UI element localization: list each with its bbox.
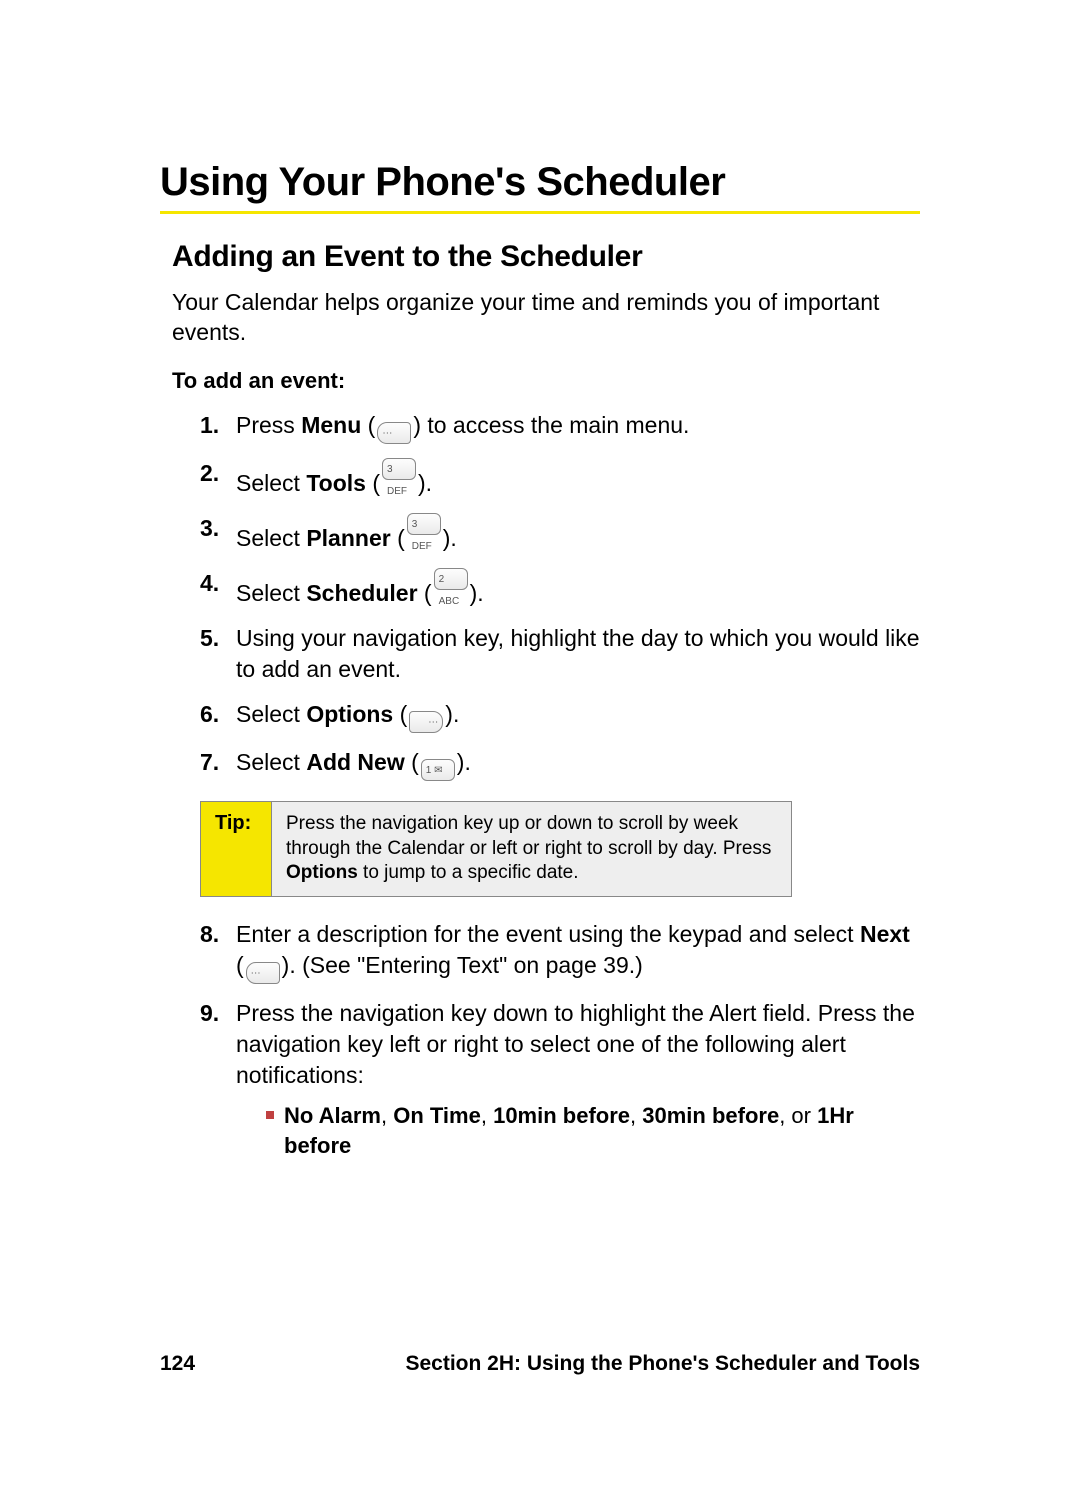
key-3-icon: 3 DEF <box>382 458 416 480</box>
step-text: Press the navigation key down to highlig… <box>236 1000 915 1088</box>
step-number: 9. <box>200 998 219 1029</box>
step-2: 2. Select Tools (3 DEF). <box>200 458 920 499</box>
step-text: ). <box>445 701 459 727</box>
step-text: ( <box>361 412 375 438</box>
step-number: 8. <box>200 919 219 950</box>
page-title: Using Your Phone's Scheduler <box>160 160 920 205</box>
menu-softkey-icon: ⋯ <box>246 962 280 984</box>
step-text: ( <box>366 470 380 496</box>
separator: , <box>481 1103 493 1128</box>
step-text: Press <box>236 412 301 438</box>
step-number: 5. <box>200 623 219 654</box>
step-7: 7. Select Add New (1 ✉). <box>200 747 920 781</box>
step-number: 6. <box>200 699 219 730</box>
tip-text-part: to jump to a specific date. <box>358 862 579 883</box>
step-text: ). <box>470 580 484 606</box>
key-3-icon: 3 DEF <box>407 513 441 535</box>
alert-option: 10min before <box>493 1103 630 1128</box>
step-text: ). <box>457 749 471 775</box>
alert-option: 30min before <box>642 1103 779 1128</box>
right-softkey-icon: ⋯ <box>409 711 443 733</box>
step-3: 3. Select Planner (3 DEF). <box>200 513 920 554</box>
step-text: ). <box>418 470 432 496</box>
manual-page: Using Your Phone's Scheduler Adding an E… <box>0 0 1080 1496</box>
step-text: ( <box>405 749 419 775</box>
step-text: Select <box>236 749 306 775</box>
step-text: Enter a description for the event using … <box>236 921 860 947</box>
alert-options-list: No Alarm, On Time, 10min before, 30min b… <box>266 1101 920 1160</box>
tip-text: Press the navigation key up or down to s… <box>272 802 791 896</box>
separator: , <box>381 1103 393 1128</box>
step-text: ). <box>443 525 457 551</box>
step-number: 1. <box>200 410 219 441</box>
menu-softkey-icon: ⋯ <box>377 422 411 444</box>
step-text: ). (See "Entering Text" on page 39.) <box>282 952 643 978</box>
section-subtitle: Adding an Event to the Scheduler <box>172 240 920 274</box>
step-text: ( <box>391 525 405 551</box>
step-1: 1. Press Menu (⋯) to access the main men… <box>200 410 920 444</box>
step-bold: Menu <box>301 412 361 438</box>
step-6: 6. Select Options (⋯). <box>200 699 920 733</box>
step-bold: Add New <box>306 749 404 775</box>
steps-lead: To add an event: <box>172 368 920 394</box>
separator: , <box>630 1103 642 1128</box>
tip-box: Tip: Press the navigation key up or down… <box>200 801 792 897</box>
step-text: Select <box>236 525 306 551</box>
step-bold: Planner <box>306 525 390 551</box>
step-bold: Next <box>860 921 910 947</box>
step-text: ( <box>393 701 407 727</box>
step-bold: Scheduler <box>306 580 417 606</box>
step-number: 4. <box>200 568 219 599</box>
tip-text-part: Press the navigation key up or down to s… <box>286 813 771 859</box>
separator: , or <box>779 1103 817 1128</box>
alert-option: On Time <box>393 1103 481 1128</box>
title-divider <box>160 211 920 214</box>
section-label: Section 2H: Using the Phone's Scheduler … <box>405 1352 920 1376</box>
step-bold: Options <box>306 701 393 727</box>
step-text: ( <box>236 952 244 978</box>
tip-label: Tip: <box>201 802 272 896</box>
page-number: 124 <box>160 1352 195 1376</box>
step-text: Select <box>236 470 306 496</box>
steps-list-continued: 8. Enter a description for the event usi… <box>200 919 920 1161</box>
intro-paragraph: Your Calendar helps organize your time a… <box>172 288 920 348</box>
step-text: ) to access the main menu. <box>413 412 689 438</box>
step-text: Select <box>236 580 306 606</box>
step-bold: Tools <box>306 470 366 496</box>
step-text: Select <box>236 701 306 727</box>
alert-option: No Alarm <box>284 1103 381 1128</box>
step-5: 5. Using your navigation key, highlight … <box>200 623 920 685</box>
step-9: 9. Press the navigation key down to high… <box>200 998 920 1161</box>
step-number: 7. <box>200 747 219 778</box>
step-8: 8. Enter a description for the event usi… <box>200 919 920 984</box>
steps-list: 1. Press Menu (⋯) to access the main men… <box>200 410 920 781</box>
key-2-icon: 2 ABC <box>434 568 468 590</box>
step-number: 2. <box>200 458 219 489</box>
key-1-icon: 1 ✉ <box>421 759 455 781</box>
step-4: 4. Select Scheduler (2 ABC). <box>200 568 920 609</box>
tip-text-bold: Options <box>286 862 358 883</box>
step-text: Using your navigation key, highlight the… <box>236 625 920 682</box>
alert-option-item: No Alarm, On Time, 10min before, 30min b… <box>266 1101 920 1160</box>
page-footer: 124 Section 2H: Using the Phone's Schedu… <box>160 1352 920 1376</box>
step-text: ( <box>418 580 432 606</box>
step-number: 3. <box>200 513 219 544</box>
